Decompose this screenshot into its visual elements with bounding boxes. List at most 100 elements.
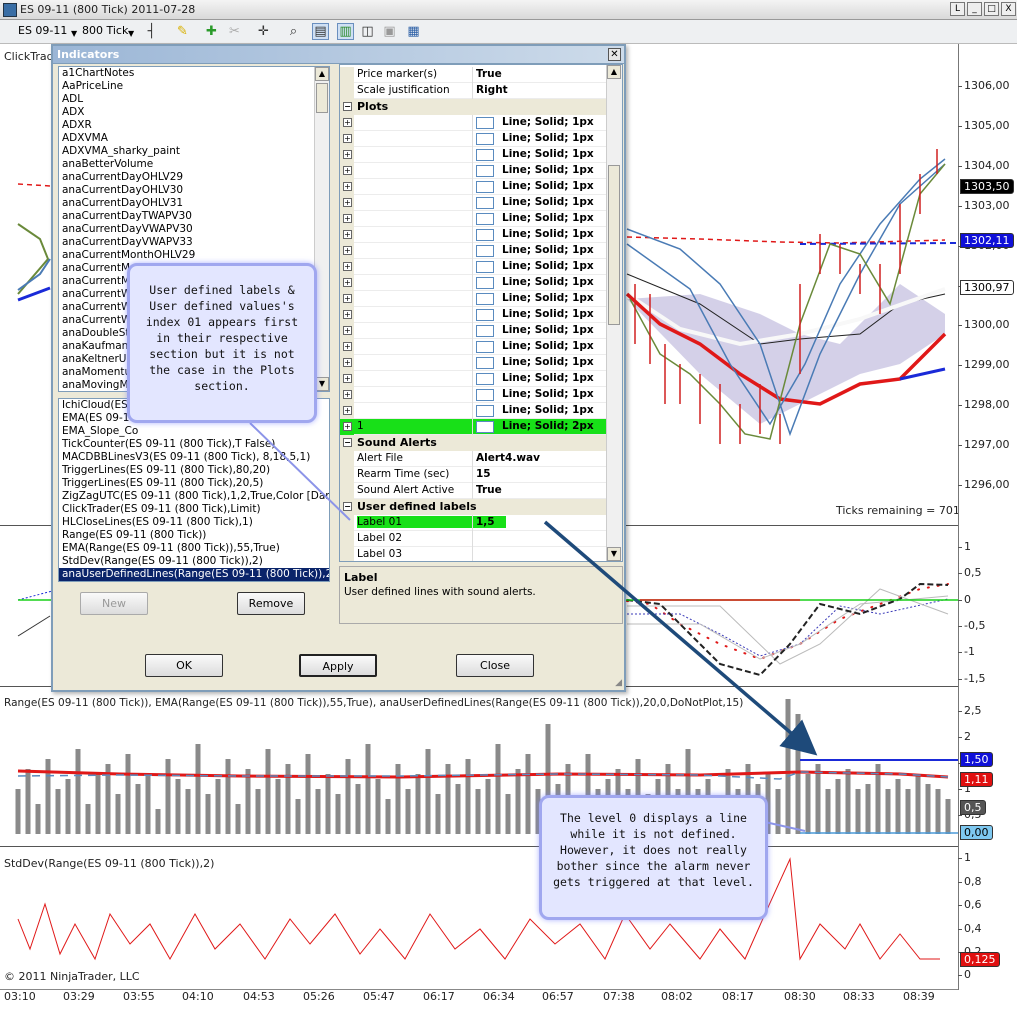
property-row[interactable]: + Line; Solid; 1px [340, 259, 608, 275]
scroll-down-icon[interactable]: ▼ [607, 547, 621, 561]
list-item[interactable]: TriggerLines(ES 09-11 (800 Tick),20,5) [59, 477, 329, 490]
scroll-up-icon[interactable]: ▲ [315, 67, 329, 81]
property-scrollbar[interactable]: ▲ ▼ [606, 65, 622, 561]
label-01-row[interactable]: Label 01 1,5 [340, 515, 608, 531]
scroll-thumb[interactable] [316, 83, 328, 113]
expand-icon[interactable]: + [343, 278, 352, 287]
list-item[interactable]: EMA(Range(ES 09-11 (800 Tick)),55,True) [59, 542, 329, 555]
strategies-icon[interactable]: ◫ [359, 23, 376, 40]
list-item[interactable]: anaCurrentDayVWAPV33 [59, 236, 329, 249]
expand-icon[interactable]: + [343, 150, 352, 159]
minimize-button[interactable]: _ [967, 2, 982, 16]
list-item[interactable]: anaCurrentDayOHLV31 [59, 197, 329, 210]
property-row[interactable]: Scale justification Right [340, 83, 608, 99]
resize-grip-icon[interactable]: ◢ [615, 678, 622, 688]
list-item[interactable]: anaCurrentDayVWAPV30 [59, 223, 329, 236]
ok-button[interactable]: OK [145, 654, 223, 677]
property-value[interactable]: Line; Solid; 1px [502, 228, 594, 240]
property-row[interactable]: Sound Alert Active True [340, 483, 608, 499]
list-item[interactable]: HLCloseLines(ES 09-11 (800 Tick),1) [59, 516, 329, 529]
property-value[interactable]: Line; Solid; 1px [502, 292, 594, 304]
expand-icon[interactable]: + [343, 406, 352, 415]
property-value[interactable]: 1,5 [473, 516, 506, 528]
price-scale-axis[interactable] [958, 44, 959, 990]
list-item[interactable]: ADXVMA_sharky_paint [59, 145, 329, 158]
property-value[interactable]: Line; Solid; 2px [502, 420, 594, 432]
collapse-icon[interactable]: − [343, 102, 352, 111]
property-value[interactable]: Line; Solid; 1px [502, 148, 594, 160]
zoom-icon[interactable]: ⌕ [285, 23, 302, 40]
expand-icon[interactable]: + [343, 310, 352, 319]
expand-icon[interactable]: + [343, 294, 352, 303]
property-value[interactable]: Line; Solid; 1px [502, 260, 594, 272]
list-item[interactable]: anaBetterVolume [59, 158, 329, 171]
crosshair-icon[interactable]: ✛ [255, 23, 272, 40]
property-value[interactable]: True [476, 68, 502, 80]
property-value[interactable]: Line; Solid; 1px [502, 308, 594, 320]
property-value[interactable]: Line; Solid; 1px [502, 244, 594, 256]
property-row[interactable]: Label 02 [340, 531, 608, 547]
dialog-close-icon[interactable]: ✕ [608, 48, 621, 61]
dialog-titlebar[interactable]: Indicators ✕ [53, 46, 624, 64]
plot-row-1[interactable]: +1 Line; Solid; 2px [340, 419, 608, 435]
expand-icon[interactable]: + [343, 374, 352, 383]
remove-button[interactable]: Remove [237, 592, 305, 615]
property-category[interactable]: − Sound Alerts [340, 435, 608, 451]
property-value[interactable]: Line; Solid; 1px [502, 116, 594, 128]
property-category[interactable]: − User defined labels [340, 499, 608, 515]
property-row[interactable]: + Line; Solid; 1px [340, 355, 608, 371]
property-value[interactable]: Line; Solid; 1px [502, 164, 594, 176]
property-row[interactable]: Label 03 [340, 547, 608, 561]
instrument-selector[interactable]: ES 09-11 [18, 24, 67, 38]
pencil-icon[interactable]: ✎ [174, 23, 191, 40]
list-item[interactable]: TriggerLines(ES 09-11 (800 Tick),80,20) [59, 464, 329, 477]
property-row[interactable]: + Line; Solid; 1px [340, 307, 608, 323]
property-value[interactable]: Line; Solid; 1px [502, 356, 594, 368]
property-row[interactable]: + Line; Solid; 1px [340, 243, 608, 259]
property-value[interactable]: Line; Solid; 1px [502, 340, 594, 352]
property-category[interactable]: − Plots [340, 99, 608, 115]
new-button[interactable]: New [80, 592, 148, 615]
chart-trader-icon[interactable]: ▦ [405, 23, 422, 40]
expand-icon[interactable]: + [343, 118, 352, 127]
scroll-down-icon[interactable]: ▼ [315, 377, 329, 391]
list-item[interactable]: ZigZagUTC(ES 09-11 (800 Tick),1,2,True,C… [59, 490, 329, 503]
list-item[interactable]: EMA_Slope_Co [59, 425, 329, 438]
property-value[interactable]: Line; Solid; 1px [502, 212, 594, 224]
interval-selector[interactable]: 800 Tick [82, 24, 128, 38]
expand-icon[interactable]: + [343, 230, 352, 239]
property-value[interactable]: Line; Solid; 1px [502, 132, 594, 144]
maximize-button[interactable]: □ [984, 2, 999, 16]
expand-icon[interactable]: + [343, 166, 352, 175]
scroll-thumb[interactable] [608, 165, 620, 325]
property-row[interactable]: + Line; Solid; 1px [340, 115, 608, 131]
property-value[interactable]: Right [476, 84, 508, 96]
expand-icon[interactable]: + [343, 390, 352, 399]
property-row[interactable]: + Line; Solid; 1px [340, 227, 608, 243]
chevron-down-icon[interactable]: ▼ [71, 27, 77, 41]
property-row[interactable]: + Line; Solid; 1px [340, 131, 608, 147]
property-row[interactable]: Rearm Time (sec) 15 [340, 467, 608, 483]
property-row[interactable]: + Line; Solid; 1px [340, 211, 608, 227]
list-item[interactable]: anaUserDefinedLines(Range(ES 09-11 (800 … [59, 568, 329, 581]
expand-icon[interactable]: + [343, 422, 352, 431]
list-item[interactable]: TickCounter(ES 09-11 (800 Tick),T False) [59, 438, 329, 451]
property-row[interactable]: Price marker(s) True [340, 67, 608, 83]
indicators-icon[interactable]: ▥ [337, 23, 354, 40]
lock-button[interactable]: L [950, 2, 965, 16]
bar-type-icon[interactable]: ┤ [143, 23, 160, 40]
property-value[interactable]: 15 [476, 468, 491, 480]
list-item[interactable]: anaCurrentDayOHLV29 [59, 171, 329, 184]
collapse-icon[interactable]: − [343, 438, 352, 447]
list-item[interactable]: ADXVMA [59, 132, 329, 145]
remove-icon[interactable]: ✂ [226, 23, 243, 40]
close-button[interactable]: Close [456, 654, 534, 677]
list-item[interactable]: anaCurrentDayTWAPV30 [59, 210, 329, 223]
expand-icon[interactable]: + [343, 246, 352, 255]
property-row[interactable]: + Line; Solid; 1px [340, 275, 608, 291]
apply-button[interactable]: Apply [299, 654, 377, 677]
panel-divider[interactable] [0, 846, 958, 847]
property-value[interactable]: Line; Solid; 1px [502, 404, 594, 416]
chevron-down-icon[interactable]: ▼ [128, 27, 134, 41]
list-item[interactable]: ClickTrader(ES 09-11 (800 Tick),Limit) [59, 503, 329, 516]
